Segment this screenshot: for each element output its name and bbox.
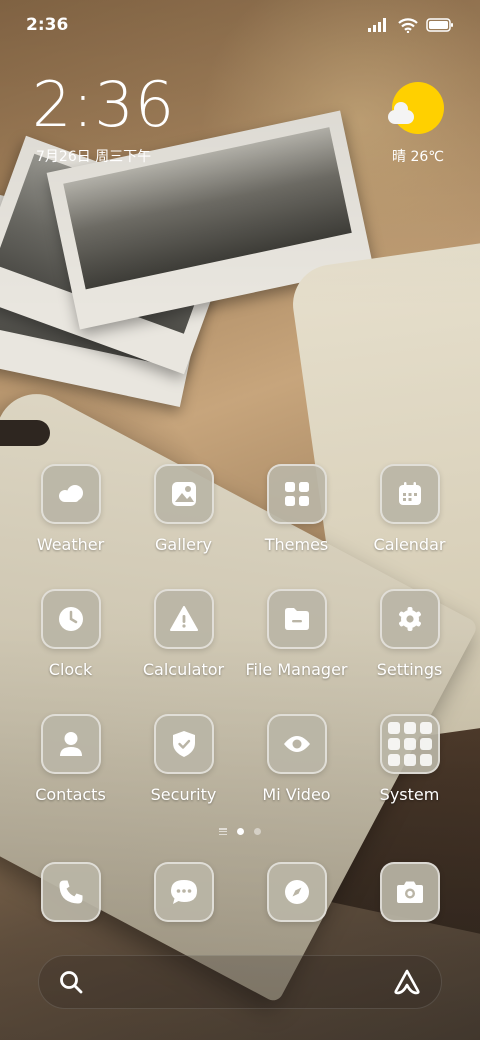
gallery-icon[interactable] [153, 464, 214, 524]
app-label: Mi Video [262, 785, 331, 804]
search-bar[interactable] [38, 955, 442, 1009]
calculator-icon[interactable] [153, 589, 214, 649]
app-label: Clock [48, 660, 93, 679]
app-settings[interactable]: Settings [353, 589, 466, 700]
camera-icon[interactable] [379, 862, 440, 922]
clock-widget-time[interactable]: 2:36 [32, 74, 175, 136]
app-label: Calendar [373, 535, 446, 554]
contacts-icon[interactable] [40, 714, 101, 774]
clock-icon[interactable] [40, 589, 101, 649]
calendar-icon[interactable] [379, 464, 440, 524]
app-label: Themes [264, 535, 329, 554]
app-label: Weather [36, 535, 105, 554]
assistant-icon[interactable] [393, 969, 421, 995]
browser-icon[interactable] [266, 862, 327, 922]
weather-icon[interactable] [40, 464, 101, 524]
phone-icon[interactable] [40, 862, 101, 922]
app-system-folder[interactable]: System [353, 714, 466, 825]
app-label: Gallery [155, 535, 212, 554]
status-bar: 2:36 [0, 0, 480, 50]
mi-video-icon[interactable] [266, 714, 327, 774]
dock-phone[interactable] [14, 862, 127, 926]
battery-icon [426, 18, 453, 32]
app-label: System [379, 785, 440, 804]
home-screen: 2:36 2:36 7月26日 周三下午 晴 26℃ Weather Galle… [0, 0, 480, 1040]
dock-messages[interactable] [127, 862, 240, 926]
app-label: Security [150, 785, 217, 804]
themes-icon[interactable] [266, 464, 327, 524]
status-time: 2:36 [26, 15, 69, 35]
app-label: Settings [376, 660, 443, 679]
status-icons [368, 17, 454, 33]
app-contacts[interactable]: Contacts [14, 714, 127, 825]
dock-camera[interactable] [353, 862, 466, 926]
weather-widget-text[interactable]: 晴 26℃ [392, 146, 444, 166]
search-icon[interactable] [59, 970, 83, 994]
messages-icon[interactable] [153, 862, 214, 922]
cloud-icon [388, 102, 414, 124]
settings-icon[interactable] [379, 589, 440, 649]
signal-icon [368, 18, 386, 32]
security-icon[interactable] [153, 714, 214, 774]
app-file-manager[interactable]: File Manager [240, 589, 353, 700]
dock-browser[interactable] [240, 862, 353, 926]
app-label: File Manager [245, 660, 348, 679]
app-calculator[interactable]: Calculator [127, 589, 240, 700]
app-gallery[interactable]: Gallery [127, 464, 240, 575]
system-folder-icon[interactable] [379, 714, 440, 774]
app-weather[interactable]: Weather [14, 464, 127, 575]
wifi-icon [398, 17, 418, 33]
app-calendar[interactable]: Calendar [353, 464, 466, 575]
app-security[interactable]: Security [127, 714, 240, 825]
dock [14, 862, 466, 926]
app-grid: Weather Gallery Themes Calendar Clock Ca… [14, 464, 466, 825]
app-themes[interactable]: Themes [240, 464, 353, 575]
page-list-icon [219, 828, 227, 835]
app-clock[interactable]: Clock [14, 589, 127, 700]
page-indicator[interactable] [0, 828, 480, 835]
page-dot [254, 828, 261, 835]
app-label: Contacts [35, 785, 106, 804]
clock-widget-date[interactable]: 7月26日 周三下午 [36, 146, 151, 166]
app-label: Calculator [142, 660, 225, 679]
file-manager-icon[interactable] [266, 589, 327, 649]
app-mi-video[interactable]: Mi Video [240, 714, 353, 825]
page-dot-active [237, 828, 244, 835]
